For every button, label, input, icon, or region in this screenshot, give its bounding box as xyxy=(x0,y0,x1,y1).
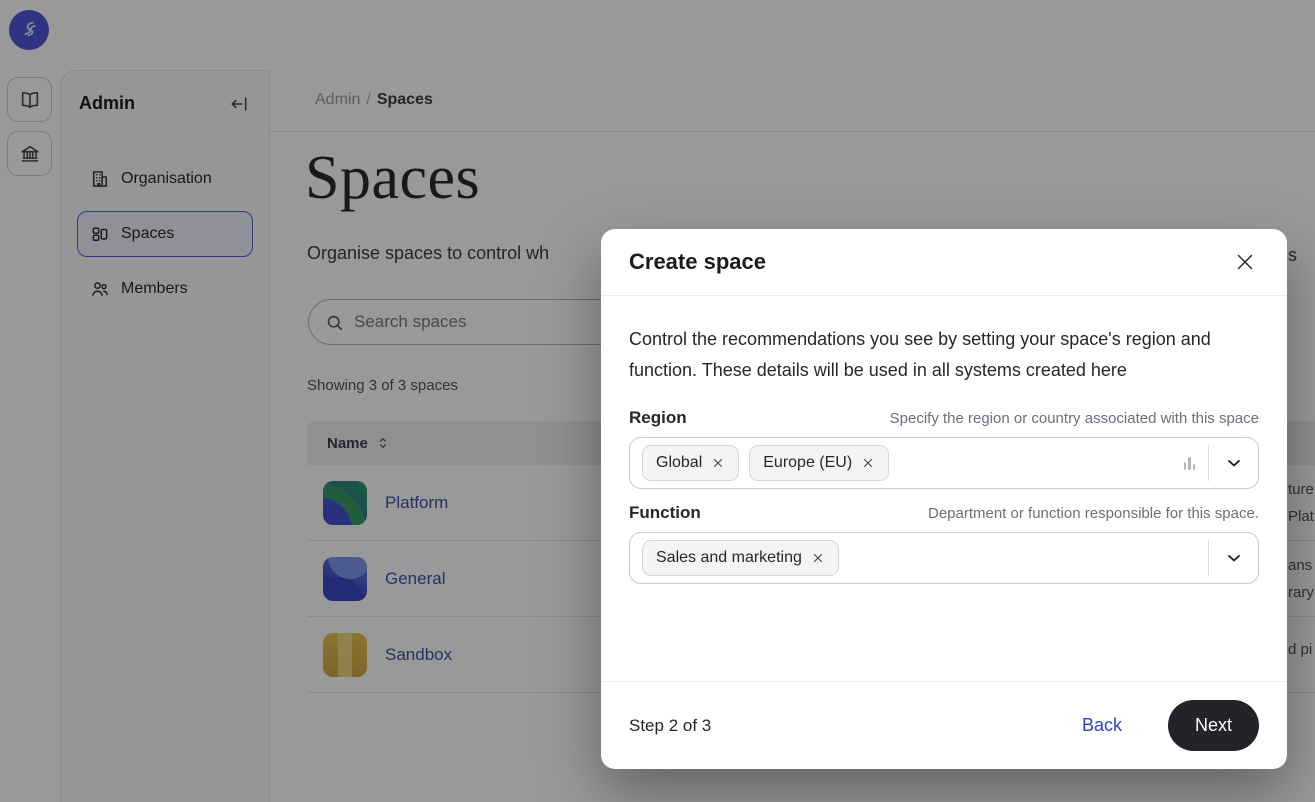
function-helper-text: Department or function responsible for t… xyxy=(928,505,1259,522)
close-icon xyxy=(1233,250,1257,274)
region-label: Region xyxy=(629,408,687,428)
remove-tag-icon[interactable] xyxy=(811,551,825,565)
region-tag-global: Global xyxy=(642,445,739,481)
close-modal-button[interactable] xyxy=(1229,246,1261,278)
select-divider xyxy=(1208,445,1209,481)
next-button[interactable]: Next xyxy=(1168,700,1259,751)
function-tag-sales-marketing: Sales and marketing xyxy=(642,540,839,576)
modal-title: Create space xyxy=(629,249,766,275)
modal-description: Control the recommendations you see by s… xyxy=(629,324,1229,386)
select-divider xyxy=(1208,540,1209,576)
tag-label: Europe (EU) xyxy=(763,454,852,472)
function-field: Function Department or function responsi… xyxy=(629,503,1259,584)
tag-label: Global xyxy=(656,454,702,472)
region-multiselect[interactable]: Global Europe (EU) xyxy=(629,437,1259,489)
function-dropdown-toggle[interactable] xyxy=(1222,546,1246,570)
modal-header: Create space xyxy=(601,229,1287,296)
region-helper-text: Specify the region or country associated… xyxy=(890,410,1259,427)
function-label: Function xyxy=(629,503,701,523)
chevron-down-icon xyxy=(1224,453,1244,473)
modal-footer: Step 2 of 3 Back Next xyxy=(601,681,1287,769)
back-button[interactable]: Back xyxy=(1082,715,1122,736)
create-space-modal: Create space Control the recommendations… xyxy=(601,229,1287,769)
step-indicator: Step 2 of 3 xyxy=(629,716,711,736)
region-tag-europe: Europe (EU) xyxy=(749,445,889,481)
modal-body: Control the recommendations you see by s… xyxy=(601,296,1287,584)
remove-tag-icon[interactable] xyxy=(711,456,725,470)
screen: Admin xyxy=(0,0,1315,802)
tag-label: Sales and marketing xyxy=(656,549,802,567)
region-field: Region Specify the region or country ass… xyxy=(629,408,1259,489)
bars-icon xyxy=(1184,456,1196,470)
region-dropdown-toggle[interactable] xyxy=(1222,451,1246,475)
function-multiselect[interactable]: Sales and marketing xyxy=(629,532,1259,584)
remove-tag-icon[interactable] xyxy=(861,456,875,470)
chevron-down-icon xyxy=(1224,548,1244,568)
